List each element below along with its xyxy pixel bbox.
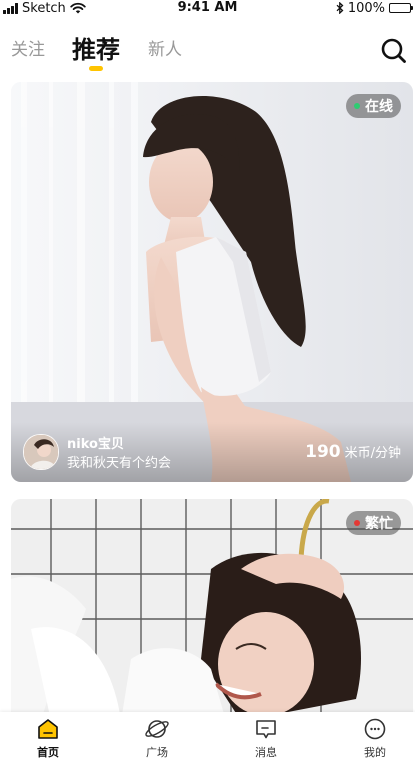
price-unit: 米币/分钟 bbox=[344, 446, 401, 461]
avatar[interactable] bbox=[23, 434, 59, 470]
online-dot-icon bbox=[354, 103, 360, 109]
busy-dot-icon bbox=[354, 520, 360, 526]
home-icon bbox=[38, 719, 58, 739]
tab-label: 消息 bbox=[255, 746, 277, 759]
tab-label: 我的 bbox=[364, 746, 386, 759]
status-label: 繁忙 bbox=[365, 516, 393, 532]
host-card[interactable]: 在线 niko宝贝 我和秋天有个约会 190 米币/分钟 bbox=[11, 82, 413, 482]
tab-new[interactable]: 新人 bbox=[148, 28, 182, 72]
tab-me[interactable]: 我的 bbox=[345, 718, 405, 760]
tab-home[interactable]: 首页 bbox=[18, 718, 78, 760]
battery-icon bbox=[389, 3, 413, 13]
message-icon bbox=[256, 720, 276, 739]
busy-status-badge: 繁忙 bbox=[346, 511, 401, 535]
host-card[interactable]: 繁忙 bbox=[11, 499, 413, 721]
tab-label: 首页 bbox=[37, 746, 59, 759]
bluetooth-icon bbox=[336, 2, 344, 14]
status-bar: Sketch 9:41 AM 100% bbox=[0, 0, 415, 16]
tab-label: 广场 bbox=[146, 746, 168, 759]
search-icon[interactable] bbox=[379, 36, 409, 66]
online-status-badge: 在线 bbox=[346, 94, 401, 118]
price-value: 190 bbox=[305, 442, 341, 462]
tab-active-indicator bbox=[89, 66, 103, 71]
status-label: 在线 bbox=[365, 99, 393, 115]
smiley-icon bbox=[364, 718, 386, 740]
tab-follow[interactable]: 关注 bbox=[11, 28, 45, 72]
bottom-tab-bar: 首页 广场 消息 我的 bbox=[0, 712, 415, 764]
status-right: 100% bbox=[336, 0, 413, 16]
top-nav: 关注 推荐 新人 bbox=[0, 28, 415, 72]
price: 190 米币/分钟 bbox=[305, 442, 401, 462]
tab-square[interactable]: 广场 bbox=[127, 718, 187, 760]
host-name: niko宝贝 bbox=[67, 437, 124, 452]
planet-icon bbox=[145, 720, 169, 738]
battery-percent: 100% bbox=[347, 0, 385, 16]
host-subtitle: 我和秋天有个约会 bbox=[67, 456, 172, 471]
tab-messages[interactable]: 消息 bbox=[236, 718, 296, 760]
